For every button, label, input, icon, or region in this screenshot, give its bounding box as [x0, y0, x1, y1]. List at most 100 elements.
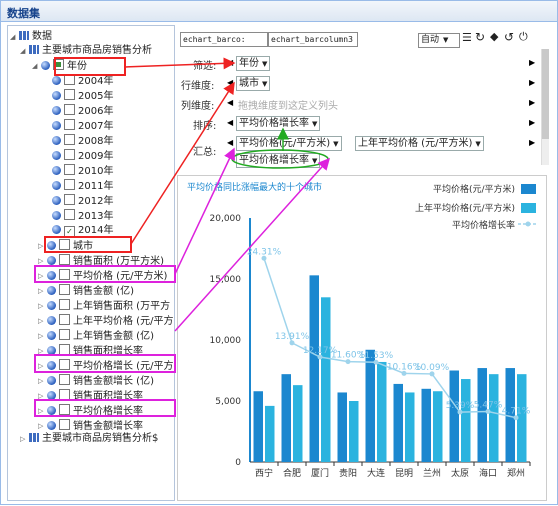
checkbox[interactable] — [64, 164, 75, 175]
tree-node-field[interactable]: ▷ 销售金额 (亿) — [38, 284, 134, 298]
checkbox[interactable] — [59, 329, 70, 340]
expand-icon[interactable]: ▷ — [38, 284, 47, 298]
tree-node-year-item[interactable]: 2007年 — [52, 119, 113, 133]
sort-tag[interactable]: 平均价格增长率 ▼ — [236, 116, 321, 131]
tree-node-field[interactable]: ▷ 销售面积增长率 — [38, 389, 143, 403]
tree-node-year-item[interactable]: 2012年 — [52, 194, 113, 208]
config-scrollbar[interactable] — [541, 49, 549, 165]
tree-node-root[interactable]: ◢ 数据 — [10, 30, 52, 44]
checkbox[interactable] — [59, 239, 70, 250]
checkbox[interactable] — [64, 209, 75, 220]
tree-node-field[interactable]: ▷ 平均价格 (元/平方米) — [38, 269, 167, 283]
dropdown-icon[interactable]: ▼ — [262, 80, 267, 88]
expand-icon[interactable]: ▷ — [38, 254, 47, 268]
expand-icon[interactable]: ▷ — [38, 389, 47, 403]
agg-tag-price[interactable]: 平均价格(元/平方米) ▼ — [236, 136, 342, 151]
checkbox[interactable] — [59, 314, 70, 325]
tree-node-dataset2[interactable]: ▷ 主要城市商品房销售分析$ — [20, 432, 158, 446]
tree-node-field[interactable]: ▷ 平均价格增长 (元/平方 — [38, 359, 173, 373]
tree-node-field[interactable]: ▷ 上年销售面积 (万平方 — [38, 299, 170, 313]
arrow-right-icon[interactable]: ▶ — [529, 78, 535, 87]
mode-select[interactable]: 自动 ▼ — [418, 33, 460, 48]
dropdown-icon[interactable]: ▼ — [312, 157, 317, 165]
checkbox[interactable] — [64, 119, 75, 130]
arrow-right-icon[interactable]: ▶ — [529, 58, 535, 67]
expand-icon[interactable]: ▷ — [38, 374, 47, 388]
filter-tag-year[interactable]: 年份 ▼ — [236, 56, 271, 71]
collapse-icon[interactable]: ◢ — [20, 44, 29, 58]
collapse-icon[interactable]: ◢ — [32, 59, 41, 73]
row-tag-city[interactable]: 城市 ▼ — [236, 76, 271, 91]
tree-node-year-item[interactable]: 2008年 — [52, 134, 113, 148]
tree-node-year-item[interactable]: 2011年 — [52, 179, 113, 193]
expand-icon[interactable]: ▷ — [38, 314, 47, 328]
arrow-right-icon[interactable]: ▶ — [529, 138, 535, 147]
tree-node-dataset[interactable]: ◢ 主要城市商品房销售分析 — [20, 44, 152, 58]
dimension-icon — [52, 91, 61, 100]
checkbox[interactable] — [59, 284, 70, 295]
checkbox[interactable] — [59, 419, 70, 430]
checkbox[interactable] — [59, 299, 70, 310]
tree-node-field[interactable]: ▷ 销售金额增长 (亿) — [38, 374, 154, 388]
agg-tag-growth[interactable]: 平均价格增长率 ▼ — [236, 153, 321, 168]
arrow-right-icon[interactable]: ▶ — [529, 98, 535, 107]
col-drop-hint[interactable]: 拖拽维度到这定义列头 — [238, 97, 338, 112]
field-tree[interactable]: ◢ 数据 ◢ 主要城市商品房销售分析 ◢ 年份 2004年 2005年 2006年 2007… — [7, 25, 175, 501]
dropdown-icon[interactable]: ▼ — [312, 120, 317, 128]
power-icon[interactable]: ⏻ — [519, 30, 528, 44]
tree-node-field[interactable]: ▷ 上年销售金额 (亿) — [38, 329, 154, 343]
expand-icon[interactable]: ▷ — [38, 404, 47, 418]
tree-node-field[interactable]: ▷ 销售金额增长率 — [38, 419, 143, 433]
tree-node-field[interactable]: ▷ 上年平均价格 (元/平方 — [38, 314, 173, 328]
refresh-icon[interactable]: ↻ — [475, 30, 485, 44]
arrow-right-icon[interactable]: ▶ — [529, 118, 535, 127]
checkbox[interactable] — [59, 269, 70, 280]
tree-node-field[interactable]: ▷ 平均价格增长率 — [38, 404, 143, 418]
checkbox-partial[interactable] — [53, 59, 64, 70]
tree-node-field[interactable]: ▷ 销售面积 (万平方米) — [38, 254, 164, 268]
expand-icon[interactable]: ▷ — [38, 344, 47, 358]
expand-icon[interactable]: ▷ — [38, 299, 47, 313]
dropdown-icon[interactable]: ▼ — [262, 60, 267, 68]
expand-icon[interactable]: ▷ — [38, 239, 47, 253]
eraser-icon[interactable]: ◆ — [490, 30, 498, 43]
checkbox[interactable] — [64, 179, 75, 190]
list-icon[interactable]: ☰ — [462, 31, 472, 44]
tree-node-year-item[interactable]: ✓ 2014年 — [52, 224, 113, 238]
checkbox[interactable] — [64, 194, 75, 205]
checkbox[interactable] — [59, 404, 70, 415]
checkbox[interactable]: ✓ — [64, 226, 75, 237]
expand-icon[interactable]: ▷ — [38, 359, 47, 373]
checkbox[interactable] — [64, 74, 75, 85]
checkbox[interactable] — [59, 374, 70, 385]
checkbox[interactable] — [64, 89, 75, 100]
expand-icon[interactable]: ▷ — [20, 432, 29, 446]
chart-type-select[interactable]: echart_barco: — [180, 32, 268, 47]
tree-node-field[interactable]: ▷ 销售面积增长率 — [38, 344, 143, 358]
tree-node-year-item[interactable]: 2010年 — [52, 164, 113, 178]
tree-node-year-item[interactable]: 2013年 — [52, 209, 113, 223]
tree-node-year[interactable]: ◢ 年份 — [32, 59, 87, 73]
scroll-thumb[interactable] — [542, 49, 549, 139]
tree-node-year-item[interactable]: 2004年 — [52, 74, 113, 88]
tree-node-year-item[interactable]: 2009年 — [52, 149, 113, 163]
expand-icon[interactable]: ▷ — [38, 419, 47, 433]
tree-node-year-item[interactable]: 2005年 — [52, 89, 113, 103]
chart-name-input[interactable]: echart_barcolumn3 — [268, 32, 358, 47]
tree-node-year-item[interactable]: 2006年 — [52, 104, 113, 118]
dropdown-icon[interactable]: ▼ — [333, 140, 338, 148]
collapse-icon[interactable]: ◢ — [10, 30, 19, 44]
expand-icon[interactable]: ▷ — [38, 329, 47, 343]
checkbox[interactable] — [64, 149, 75, 160]
checkbox[interactable] — [64, 104, 75, 115]
checkbox[interactable] — [59, 359, 70, 370]
dropdown-icon[interactable]: ▼ — [475, 140, 480, 148]
checkbox[interactable] — [64, 134, 75, 145]
checkbox[interactable] — [59, 254, 70, 265]
agg-tag-lastprice[interactable]: 上年平均价格 (元/平方米) ▼ — [355, 136, 484, 151]
checkbox[interactable] — [59, 344, 70, 355]
expand-icon[interactable]: ▷ — [38, 269, 47, 283]
tree-node-field[interactable]: ▷ 城市 — [38, 239, 93, 253]
checkbox[interactable] — [59, 389, 70, 400]
reload-icon[interactable]: ↺ — [504, 30, 514, 44]
